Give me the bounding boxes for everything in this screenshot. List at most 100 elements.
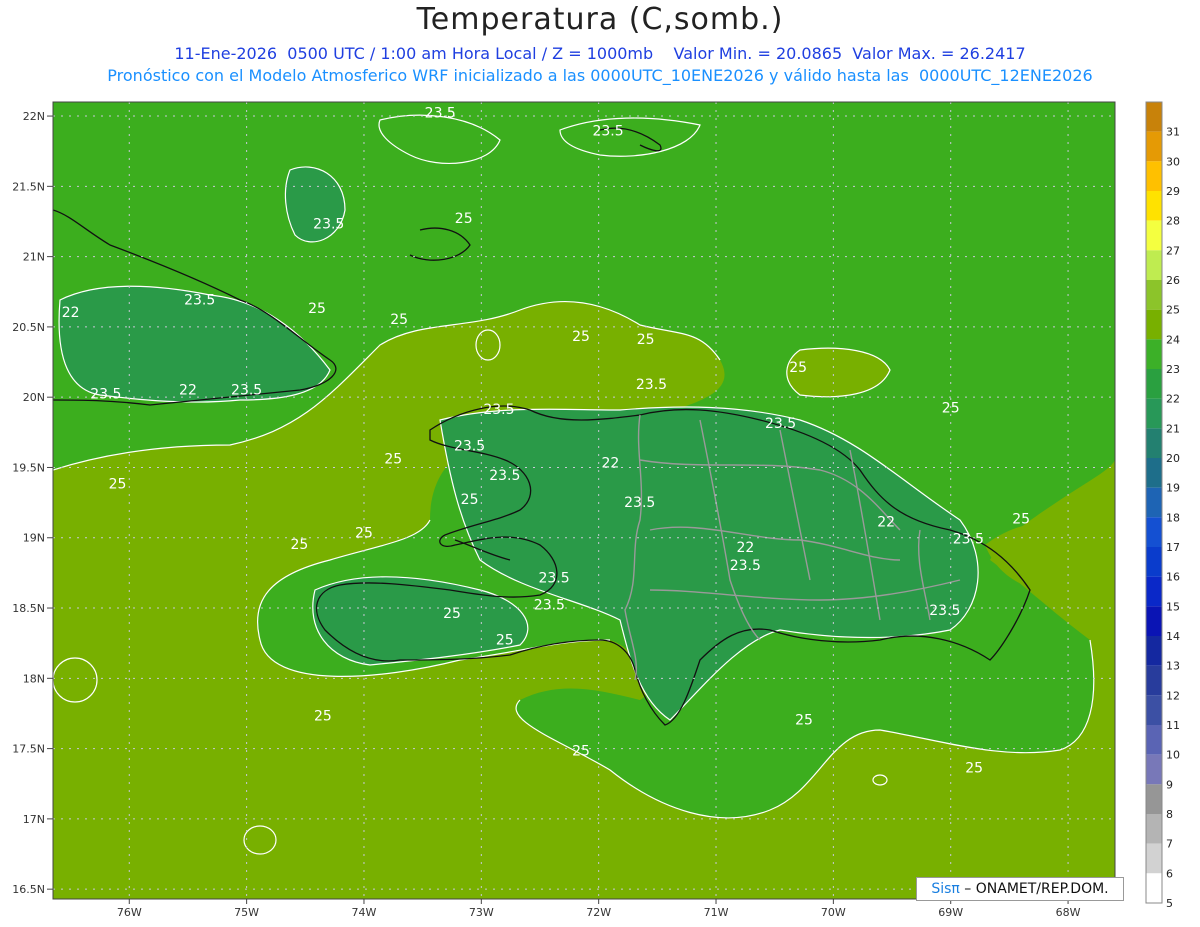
color-bar-label: 20 <box>1166 452 1180 465</box>
color-bar-label: 26 <box>1166 274 1180 287</box>
color-bar-label: 19 <box>1166 482 1180 495</box>
color-bar-swatch <box>1146 695 1162 725</box>
color-bar-swatch <box>1146 161 1162 191</box>
color-bar-label: 17 <box>1166 541 1180 554</box>
latitude-tick-label: 18.5N <box>12 602 45 615</box>
credit-box: Sisπ – ONAMET/REP.DOM. <box>916 877 1124 901</box>
latitude-tick-label: 21.5N <box>12 180 45 193</box>
latitude-tick-label: 16.5N <box>12 883 45 896</box>
contour-value-label: 23.5 <box>636 377 667 393</box>
longitude-tick-label: 68W <box>1056 906 1081 919</box>
contour-value-label: 23.5 <box>534 597 565 613</box>
color-bar-label: 28 <box>1166 215 1180 228</box>
color-bar-label: 18 <box>1166 511 1180 524</box>
color-bar-swatch <box>1146 398 1162 429</box>
contour-value-label: 23.5 <box>592 124 623 140</box>
color-bar-swatch <box>1146 576 1162 607</box>
contour-value-label: 22 <box>877 515 895 531</box>
color-bar-label: 14 <box>1166 630 1180 643</box>
contour-value-label: 23.5 <box>624 495 655 511</box>
map-plot-area: 23.523.52523.523.525252225 2523.52523.5 22… <box>53 102 1115 899</box>
contour-value-label: 23.5 <box>538 571 569 587</box>
contour-value-label: 25 <box>390 312 408 328</box>
color-bar-swatch <box>1146 309 1162 340</box>
color-bar-swatch <box>1146 131 1162 162</box>
contour-value-label: 23.5 <box>730 558 761 574</box>
contour-value-label: 22 <box>179 382 197 398</box>
credit-brand: Sisπ <box>931 881 960 897</box>
color-bar-swatch <box>1146 369 1162 399</box>
color-bar-swatch <box>1146 814 1162 844</box>
color-bar-swatch <box>1146 220 1162 251</box>
color-bar-swatch <box>1146 191 1162 221</box>
color-bar: 31 30 29 28 27 26 25 24 23 22 21 20 19 18 17 16 15 14 13 12… <box>1145 101 1180 910</box>
color-bar-swatch <box>1146 547 1162 577</box>
contour-value-label: 23.5 <box>313 217 344 233</box>
latitude-tick-label: 19.5N <box>12 461 45 474</box>
contour-value-label: 23.5 <box>489 468 520 484</box>
longitude-tick-label: 73W <box>469 906 494 919</box>
latitude-tick-label: 19N <box>23 532 45 545</box>
color-bar-swatch <box>1146 843 1162 874</box>
contour-value-label: 23.5 <box>454 439 485 455</box>
color-bar-swatch <box>1146 873 1162 903</box>
color-bar-label: 30 <box>1166 155 1180 168</box>
color-bar-swatch <box>1146 458 1162 488</box>
color-bar-label: 25 <box>1166 304 1180 317</box>
color-bar-label: 15 <box>1166 600 1180 613</box>
longitude-tick-label: 72W <box>586 906 611 919</box>
contour-value-label: 23.5 <box>929 603 960 619</box>
contour-value-label: 25 <box>355 526 373 542</box>
contour-value-label: 23.5 <box>483 402 514 418</box>
contour-value-label: 22 <box>736 540 754 556</box>
color-bar-label: 27 <box>1166 244 1180 257</box>
color-bar-swatch <box>1146 754 1162 785</box>
latitude-tick-label: 22N <box>23 110 45 123</box>
longitude-tick-label: 70W <box>821 906 846 919</box>
contour-value-label: 25 <box>308 301 326 317</box>
contour-value-label: 25 <box>572 329 590 345</box>
map-title: Temperatura (C,somb.) <box>416 2 784 37</box>
contour-value-label: 25 <box>1012 512 1030 528</box>
color-bar-label: 10 <box>1166 749 1180 762</box>
latitude-tick-label: 21N <box>23 251 45 264</box>
contour-value-label: 25 <box>637 332 655 348</box>
contour-value-label: 23.5 <box>765 416 796 432</box>
contour-value-label: 25 <box>789 360 807 376</box>
contour-value-label: 25 <box>965 760 983 776</box>
contour-value-label: 25 <box>291 537 309 553</box>
color-bar-swatch <box>1146 517 1162 547</box>
map-subtitle-valid-time: 11-Ene-2026 0500 UTC / 1:00 am Hora Loca… <box>174 44 1026 63</box>
longitude-tick-label: 69W <box>938 906 963 919</box>
color-bar-swatch <box>1146 606 1162 636</box>
color-bar-swatch <box>1146 250 1162 280</box>
longitude-tick-label: 74W <box>352 906 377 919</box>
longitude-tick-label: 76W <box>117 906 142 919</box>
contour-value-label: 25 <box>455 211 473 227</box>
color-bar-label: 16 <box>1166 571 1180 584</box>
color-bar-swatch <box>1146 784 1162 814</box>
contour-value-label: 25 <box>314 708 332 724</box>
contour-value-label: 23.5 <box>953 531 984 547</box>
contour-value-label: 25 <box>461 492 479 508</box>
map-subtitle-model-run: Pronóstico con el Modelo Atmosferico WRF… <box>107 66 1093 85</box>
latitude-tick-label: 20.5N <box>12 321 45 334</box>
latitude-tick-label: 17N <box>23 813 45 826</box>
contour-value-label: 25 <box>384 451 402 467</box>
color-bar-label: 12 <box>1166 689 1180 702</box>
contour-value-label: 25 <box>496 633 514 649</box>
color-bar-label: 8 <box>1166 808 1173 821</box>
contour-value-label: 25 <box>109 477 127 493</box>
color-bar-swatch <box>1146 665 1162 696</box>
latitude-axis: 22N 21.5N 21N 20.5N 20N 19.5N 19N 18.5N 18N 17.5N… <box>12 110 53 896</box>
contour-value-label: 25 <box>443 606 461 622</box>
color-bar-label: 6 <box>1166 867 1173 880</box>
contour-value-label: 22 <box>62 305 80 321</box>
color-bar-label: 7 <box>1166 838 1173 851</box>
color-bar-swatch <box>1146 725 1162 755</box>
longitude-tick-label: 71W <box>704 906 729 919</box>
color-bar-swatch <box>1146 636 1162 666</box>
contour-value-label: 25 <box>795 713 813 729</box>
latitude-tick-label: 20N <box>23 391 45 404</box>
color-bar-swatch <box>1146 487 1162 518</box>
